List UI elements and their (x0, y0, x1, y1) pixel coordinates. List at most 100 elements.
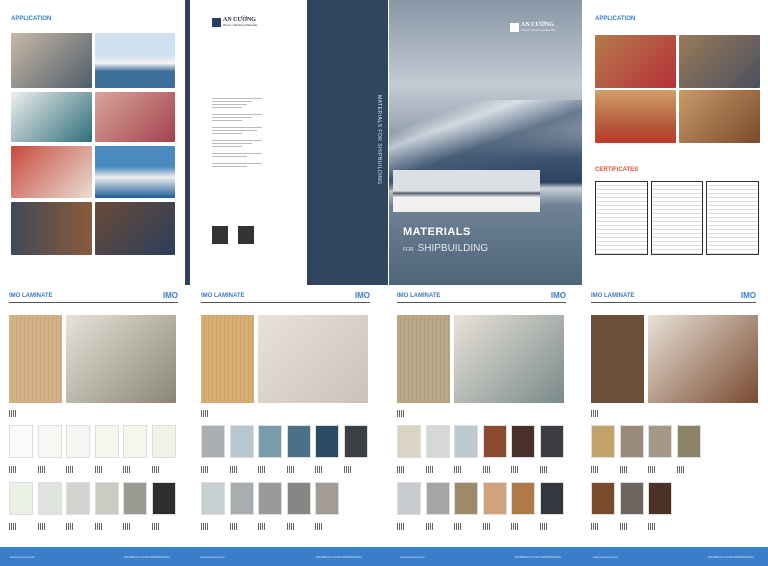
qr-code[interactable] (648, 466, 656, 473)
color-swatch[interactable] (123, 425, 147, 458)
qr-code[interactable] (212, 226, 228, 244)
color-swatch[interactable] (454, 425, 478, 458)
qr-code[interactable] (201, 523, 209, 530)
certificate[interactable] (706, 181, 759, 255)
color-swatch[interactable] (539, 425, 564, 458)
footer-url[interactable]: www.ancuong.com (593, 555, 618, 559)
color-swatch[interactable] (9, 482, 33, 515)
color-swatch[interactable] (315, 482, 339, 515)
color-swatch[interactable] (123, 482, 147, 515)
color-swatch[interactable] (511, 482, 535, 515)
color-swatch[interactable] (229, 425, 254, 458)
qr-code[interactable] (397, 523, 405, 530)
qr-code[interactable] (511, 466, 519, 473)
qr-code[interactable] (66, 523, 74, 530)
qr-code[interactable] (591, 410, 599, 417)
qr-code[interactable] (123, 523, 131, 530)
certificate[interactable] (595, 181, 648, 255)
qr-code[interactable] (482, 523, 491, 530)
color-swatch[interactable] (591, 425, 615, 458)
qr-code[interactable] (94, 523, 103, 530)
qr-code[interactable] (151, 466, 160, 473)
color-swatch[interactable] (151, 425, 176, 458)
color-swatch[interactable] (482, 425, 507, 458)
color-swatch[interactable] (201, 482, 225, 515)
footer-url[interactable]: www.ancuong.com (200, 555, 225, 559)
qr-code[interactable] (482, 466, 491, 473)
qr-code[interactable] (66, 466, 74, 473)
qr-code[interactable] (511, 523, 519, 530)
qr-code[interactable] (9, 466, 17, 473)
color-swatch[interactable] (343, 425, 368, 458)
qr-code[interactable] (151, 523, 160, 530)
color-swatch[interactable] (9, 425, 33, 458)
color-swatch[interactable] (511, 425, 535, 458)
qr-code[interactable] (37, 523, 46, 530)
qr-code[interactable] (454, 466, 462, 473)
qr-code[interactable] (94, 466, 103, 473)
certificate[interactable] (651, 181, 703, 255)
color-swatch[interactable] (676, 425, 701, 458)
qr-code[interactable] (9, 410, 17, 417)
color-swatch[interactable] (286, 425, 311, 458)
color-swatch[interactable] (66, 425, 90, 458)
qr-code[interactable] (539, 523, 548, 530)
featured-swatch[interactable] (9, 315, 62, 403)
qr-code[interactable] (454, 523, 462, 530)
qr-code[interactable] (397, 466, 405, 473)
color-swatch[interactable] (66, 482, 90, 515)
qr-code[interactable] (648, 523, 656, 530)
color-swatch[interactable] (397, 425, 421, 458)
qr-code[interactable] (238, 226, 254, 244)
qr-code[interactable] (315, 466, 323, 473)
qr-code[interactable] (315, 523, 323, 530)
color-swatch[interactable] (619, 482, 644, 515)
color-swatch[interactable] (258, 482, 282, 515)
qr-code[interactable] (201, 410, 209, 417)
color-swatch[interactable] (258, 425, 282, 458)
color-swatch[interactable] (286, 482, 311, 515)
color-swatch[interactable] (454, 482, 478, 515)
featured-swatch[interactable] (397, 315, 450, 403)
qr-code[interactable] (343, 466, 352, 473)
color-swatch[interactable] (591, 482, 615, 515)
qr-code[interactable] (425, 523, 434, 530)
qr-code[interactable] (619, 466, 628, 473)
color-swatch[interactable] (648, 482, 672, 515)
qr-code[interactable] (258, 466, 266, 473)
footer-url[interactable]: www.ancuong.com (400, 555, 425, 559)
color-swatch[interactable] (94, 425, 119, 458)
qr-code[interactable] (229, 523, 238, 530)
color-swatch[interactable] (315, 425, 339, 458)
color-swatch[interactable] (619, 425, 644, 458)
qr-code[interactable] (397, 410, 405, 417)
qr-code[interactable] (619, 523, 628, 530)
footer-url[interactable]: www.ancuong.com (10, 555, 35, 559)
qr-code[interactable] (425, 466, 434, 473)
color-swatch[interactable] (539, 482, 564, 515)
color-swatch[interactable] (648, 425, 672, 458)
color-swatch[interactable] (397, 482, 421, 515)
qr-code[interactable] (9, 523, 17, 530)
color-swatch[interactable] (37, 425, 62, 458)
color-swatch[interactable] (151, 482, 176, 515)
qr-code[interactable] (37, 466, 46, 473)
qr-code[interactable] (201, 466, 209, 473)
qr-code[interactable] (258, 523, 266, 530)
qr-code[interactable] (591, 523, 599, 530)
featured-swatch[interactable] (201, 315, 254, 403)
qr-code[interactable] (123, 466, 131, 473)
color-swatch[interactable] (37, 482, 62, 515)
color-swatch[interactable] (94, 482, 119, 515)
qr-code[interactable] (591, 466, 599, 473)
color-swatch[interactable] (229, 482, 254, 515)
color-swatch[interactable] (201, 425, 225, 458)
color-swatch[interactable] (425, 482, 450, 515)
qr-code[interactable] (229, 466, 238, 473)
qr-code[interactable] (676, 466, 685, 473)
qr-code[interactable] (286, 466, 295, 473)
color-swatch[interactable] (482, 482, 507, 515)
color-swatch[interactable] (425, 425, 450, 458)
featured-swatch[interactable] (591, 315, 644, 403)
qr-code[interactable] (286, 523, 295, 530)
